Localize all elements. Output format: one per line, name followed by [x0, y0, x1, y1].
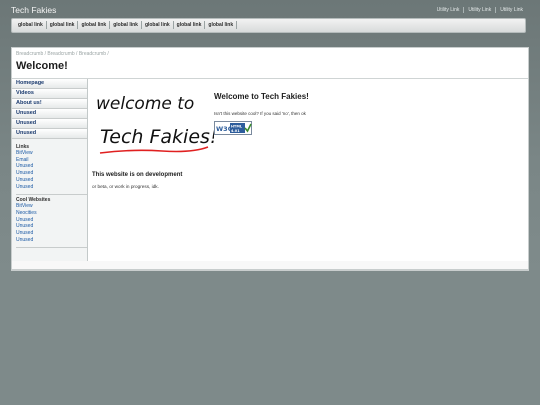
main-page: Breadcrumb / Breadcrumb / Breadcrumb / W… [11, 47, 529, 271]
sidebar-item-unused[interactable]: Unused [12, 109, 87, 119]
html-version-text: 4.01 [231, 129, 240, 133]
footer-bar [11, 261, 529, 270]
sidebar-item-about[interactable]: About us! [12, 99, 87, 109]
sidebar-item-unused[interactable]: Unused [12, 119, 87, 129]
sidebar-item-unused[interactable]: Unused [12, 129, 87, 139]
breadcrumb-item[interactable]: Breadcrumb [16, 51, 43, 57]
handwritten-welcome-image: welcome to Tech Fakies! [96, 94, 214, 154]
global-link[interactable]: global link [47, 21, 79, 29]
handwriting-line-1: welcome to [96, 94, 194, 114]
sidebar-item-videos[interactable]: Videos [12, 89, 87, 99]
sidebar-link[interactable]: Unused [16, 177, 87, 184]
global-nav: global link global link global link glob… [11, 18, 526, 33]
sidebar-item-homepage[interactable]: Homepage [12, 79, 87, 89]
sidebar-link[interactable]: Unused [16, 163, 87, 170]
sidebar-link[interactable]: BitView [16, 150, 87, 157]
cool-link[interactable]: Unused [16, 230, 87, 237]
global-link[interactable]: global link [110, 21, 142, 29]
breadcrumb-item[interactable]: Breadcrumb [47, 51, 74, 57]
divider [16, 194, 87, 196]
site-title[interactable]: Tech Fakies [11, 5, 56, 15]
content-area: welcome to Tech Fakies! This website is … [92, 87, 522, 257]
handwriting-line-2: Tech Fakies! [100, 126, 214, 148]
sidebar: Homepage Videos About us! Unused Unused … [12, 79, 88, 261]
cool-link[interactable]: Unused [16, 223, 87, 230]
global-link[interactable]: global link [142, 21, 174, 29]
cool-link[interactable]: Unused [16, 237, 87, 244]
html-badge-text: HTML [231, 125, 243, 129]
cool-link[interactable]: BitView [16, 203, 87, 210]
dev-text: or beta, or work in progress, idk. [92, 184, 159, 189]
global-link[interactable]: global link [174, 21, 206, 29]
breadcrumb: Breadcrumb / Breadcrumb / Breadcrumb / [16, 51, 109, 57]
utility-link[interactable]: Utility Link [433, 7, 464, 13]
global-link[interactable]: global link [15, 21, 47, 29]
utility-link[interactable]: Utility Link [495, 7, 527, 13]
cool-link[interactable]: Unused [16, 217, 87, 224]
welcome-heading: Welcome to Tech Fakies! [214, 92, 309, 101]
global-link[interactable]: global link [205, 21, 238, 29]
cool-link[interactable]: Neocities [16, 210, 87, 217]
utility-links: Utility Link Utility Link Utility Link [433, 7, 527, 13]
sidebar-link[interactable]: Unused [16, 184, 87, 191]
sidebar-link[interactable]: Email [16, 157, 87, 164]
breadcrumb-item[interactable]: Breadcrumb [79, 51, 106, 57]
page-title: Welcome! [16, 60, 68, 72]
sidebar-link[interactable]: Unused [16, 170, 87, 177]
global-link[interactable]: global link [78, 21, 111, 29]
dev-heading: This website is on development [92, 172, 183, 178]
welcome-text: Isn't this website cool? If you said 'no… [214, 111, 306, 116]
divider [12, 78, 528, 79]
w3c-html-badge[interactable]: W3C HTML 4.01 [214, 121, 252, 135]
utility-link[interactable]: Utility Link [463, 7, 495, 13]
divider [16, 247, 87, 249]
